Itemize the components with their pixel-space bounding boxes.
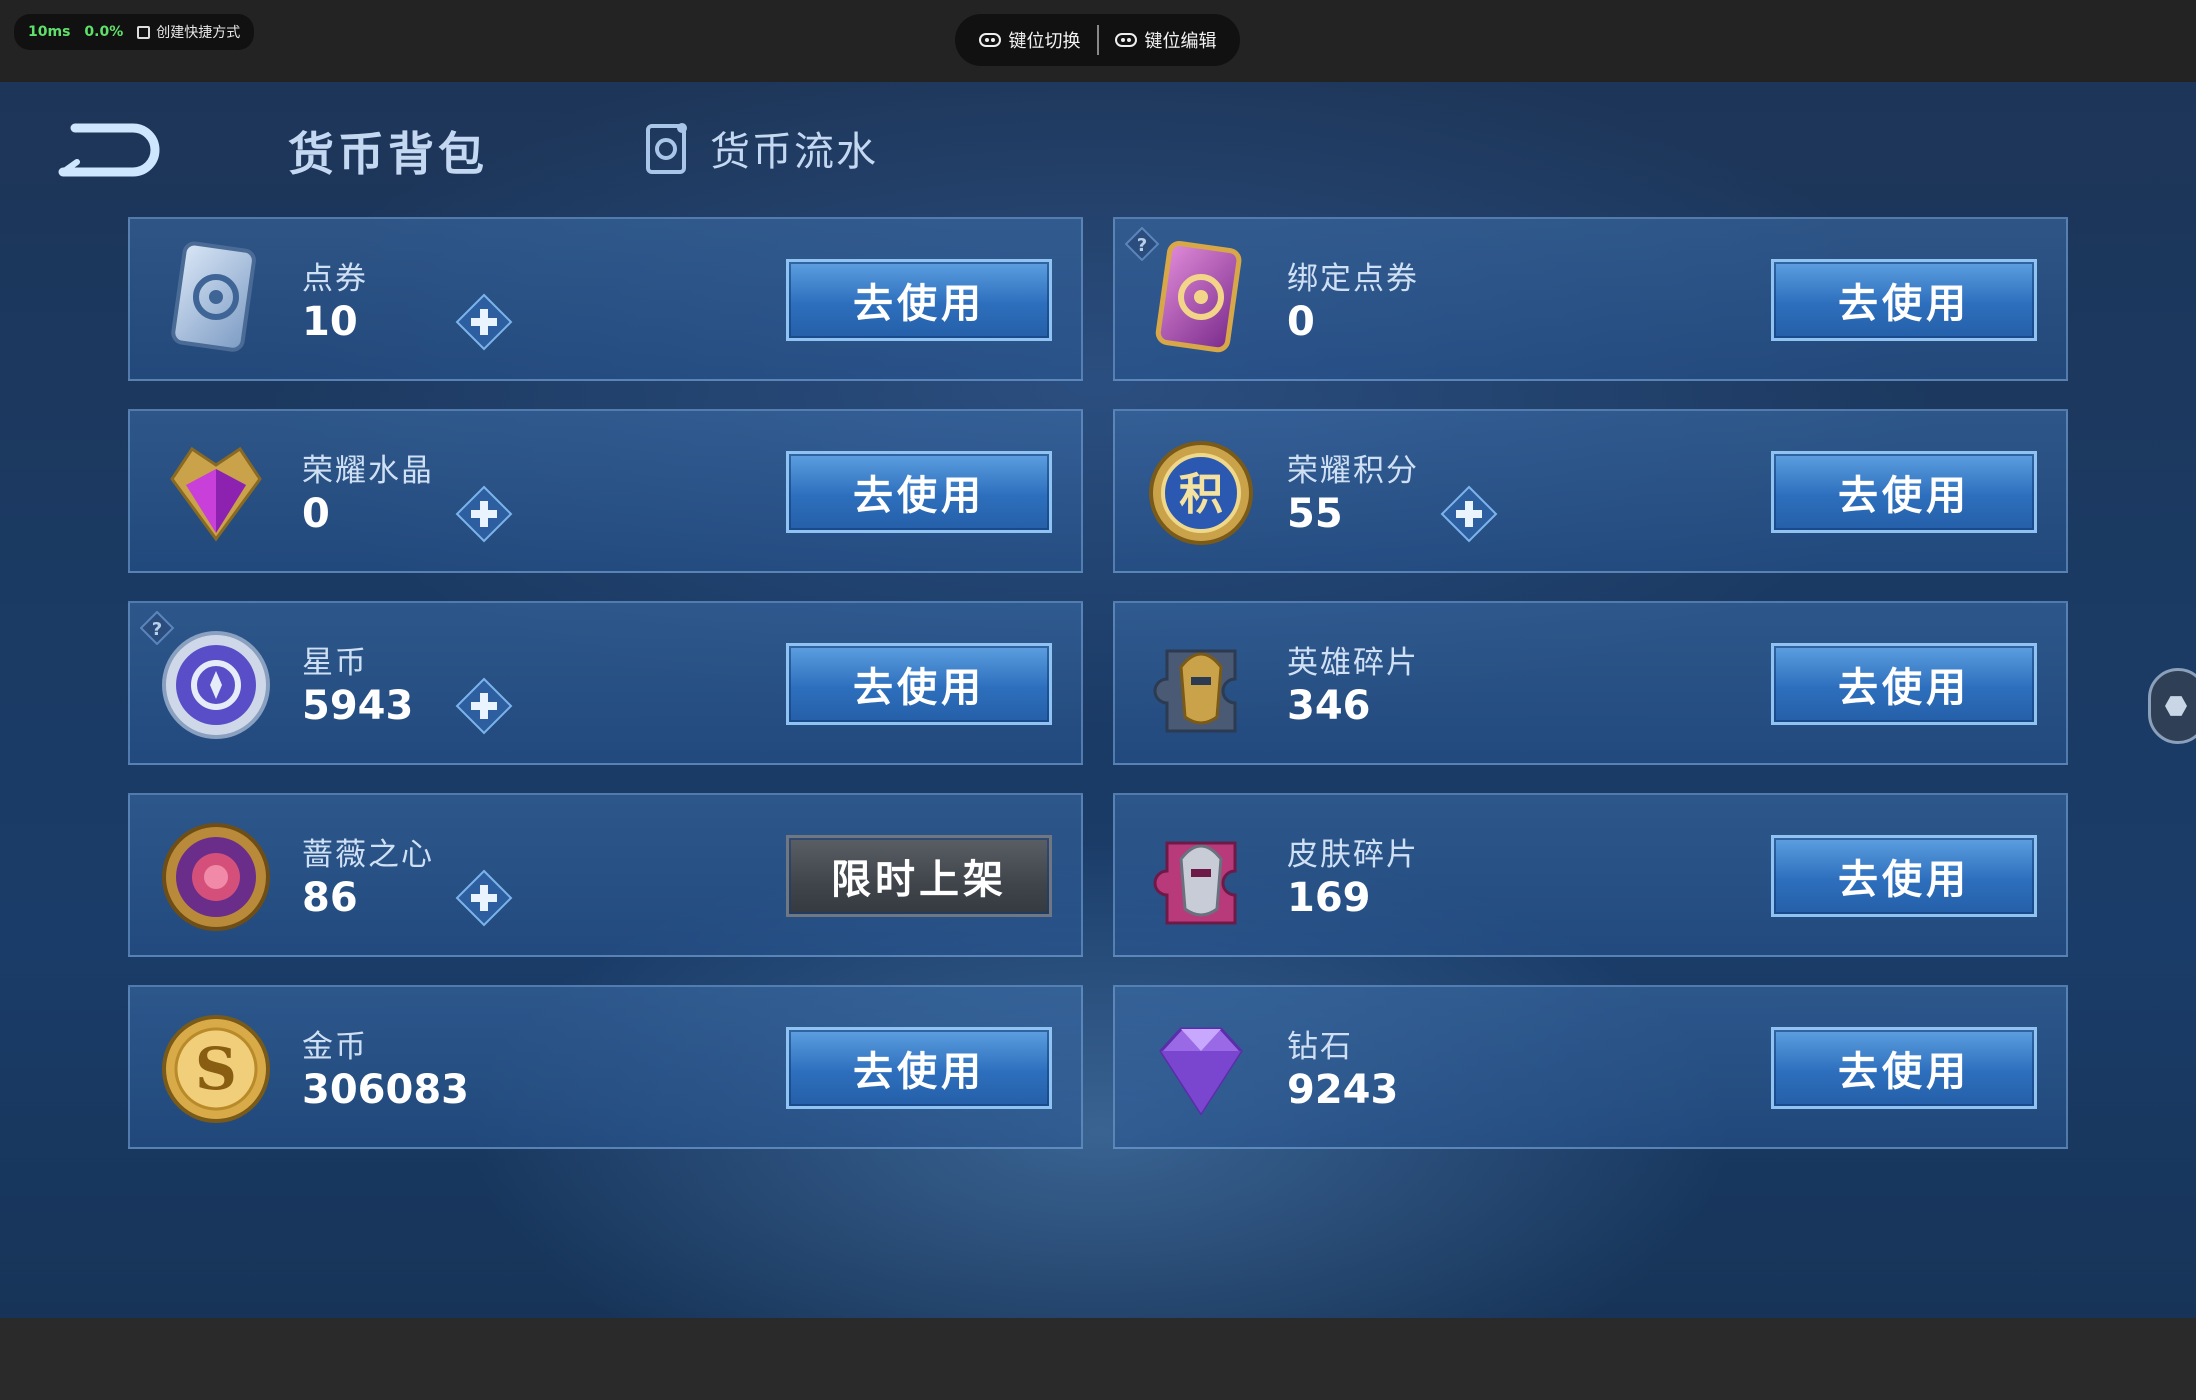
- currency-card-hero-fragment: 英雄碎片 346 去使用: [1113, 601, 2068, 765]
- currency-card-bound-coupon: ? 绑定点券 0 去使用: [1113, 217, 2068, 381]
- rose-heart-icon: [162, 823, 270, 931]
- add-currency-icon[interactable]: [455, 869, 513, 927]
- packet-loss-readout: 0.0%: [84, 24, 124, 40]
- star-coin-icon: [162, 631, 270, 739]
- currency-name: 蔷薇之心: [302, 837, 434, 873]
- currency-amount: 86: [302, 875, 358, 921]
- currency-backpack-screen: 货币背包 货币流水 点券 10 去使用 ? 绑定点券 0 去使用 荣耀水晶 0 …: [0, 82, 2196, 1318]
- use-button[interactable]: 去使用: [786, 259, 1052, 341]
- key-edit-label: 键位编辑: [1144, 31, 1217, 52]
- key-edit-button[interactable]: 键位编辑: [1099, 27, 1233, 53]
- emulator-bottom-bar: [0, 1318, 2196, 1400]
- currency-card-glory-points: 积 荣耀积分 55 去使用: [1113, 409, 2068, 573]
- currency-amount: 5943: [302, 683, 414, 729]
- use-button[interactable]: 去使用: [786, 451, 1052, 533]
- glory-points-glyph: 积: [1179, 469, 1223, 520]
- add-currency-icon[interactable]: [455, 485, 513, 543]
- use-button[interactable]: 去使用: [1771, 835, 2037, 917]
- shortcut-icon: [137, 25, 151, 39]
- currency-card-rose-heart: 蔷薇之心 86 限时上架: [128, 793, 1083, 957]
- skin-fragment-icon: [1153, 841, 1237, 925]
- currency-name: 钻石: [1287, 1029, 1353, 1065]
- gamepad-icon: [978, 33, 1001, 47]
- currency-card-gold-coin: S 金币 306083 去使用: [128, 985, 1083, 1149]
- tab-currency-flow[interactable]: 货币流水: [640, 116, 878, 180]
- currency-name: 星币: [302, 645, 368, 681]
- key-switch-label: 键位切换: [1008, 31, 1081, 52]
- use-button[interactable]: 去使用: [786, 643, 1052, 725]
- performance-stats: 10ms 0.0% 创建快捷方式: [14, 14, 255, 50]
- use-button[interactable]: 去使用: [1771, 643, 2037, 725]
- bound-coupon-card-icon: [1155, 241, 1242, 353]
- gamepad-icon: [1114, 33, 1137, 47]
- gold-coin-glyph: S: [195, 1035, 237, 1103]
- currency-card-coupon: 点券 10 去使用: [128, 217, 1083, 381]
- add-currency-icon[interactable]: [455, 293, 513, 351]
- diamond-icon: [1159, 1027, 1243, 1116]
- back-arrow-icon[interactable]: [55, 120, 165, 180]
- tab-currency-flow-label: 货币流水: [710, 129, 878, 175]
- gold-coin-icon: S: [162, 1015, 270, 1123]
- latency-readout: 10ms: [28, 24, 71, 40]
- currency-name: 金币: [302, 1029, 368, 1065]
- ledger-icon: [646, 123, 687, 174]
- currency-amount: 306083: [302, 1067, 469, 1113]
- currency-amount: 0: [302, 491, 330, 537]
- glory-crystal-icon: [170, 446, 262, 542]
- coupon-card-icon: [171, 241, 256, 352]
- key-mapping-bar: 键位切换 键位编辑: [955, 14, 1240, 66]
- currency-card-diamond: 钻石 9243 去使用: [1113, 985, 2068, 1149]
- currency-amount: 169: [1287, 875, 1371, 921]
- hero-fragment-icon: [1153, 649, 1237, 733]
- page-title: 货币背包: [288, 127, 488, 181]
- use-button[interactable]: 去使用: [1771, 259, 2037, 341]
- key-switch-button[interactable]: 键位切换: [963, 27, 1097, 53]
- currency-name: 荣耀水晶: [302, 453, 434, 489]
- glory-points-icon: 积: [1149, 441, 1253, 545]
- limited-listing-button[interactable]: 限时上架: [786, 835, 1052, 917]
- emulator-top-bar: 10ms 0.0% 创建快捷方式 键位切换 键位编辑: [0, 0, 2196, 82]
- currency-card-star-coin: ? 星币 5943 去使用: [128, 601, 1083, 765]
- currency-name: 英雄碎片: [1287, 645, 1419, 681]
- currency-amount: 55: [1287, 491, 1343, 537]
- currency-amount: 346: [1287, 683, 1371, 729]
- add-currency-icon[interactable]: [455, 677, 513, 735]
- currency-name: 绑定点券: [1287, 261, 1419, 297]
- add-currency-icon[interactable]: [1440, 485, 1498, 543]
- currency-name: 点券: [302, 261, 368, 297]
- use-button[interactable]: 去使用: [786, 1027, 1052, 1109]
- use-button[interactable]: 去使用: [1771, 451, 2037, 533]
- currency-amount: 0: [1287, 299, 1315, 345]
- create-shortcut-label: 创建快捷方式: [156, 25, 241, 41]
- currency-amount: 9243: [1287, 1067, 1399, 1113]
- currency-name: 皮肤碎片: [1287, 837, 1419, 873]
- currency-card-skin-fragment: 皮肤碎片 169 去使用: [1113, 793, 2068, 957]
- create-shortcut-button[interactable]: 创建快捷方式: [137, 22, 240, 42]
- currency-card-glory-crystal: 荣耀水晶 0 去使用: [128, 409, 1083, 573]
- floating-menu-handle[interactable]: [2148, 668, 2196, 744]
- currency-name: 荣耀积分: [1287, 453, 1419, 489]
- use-button[interactable]: 去使用: [1771, 1027, 2037, 1109]
- currency-amount: 10: [302, 299, 358, 345]
